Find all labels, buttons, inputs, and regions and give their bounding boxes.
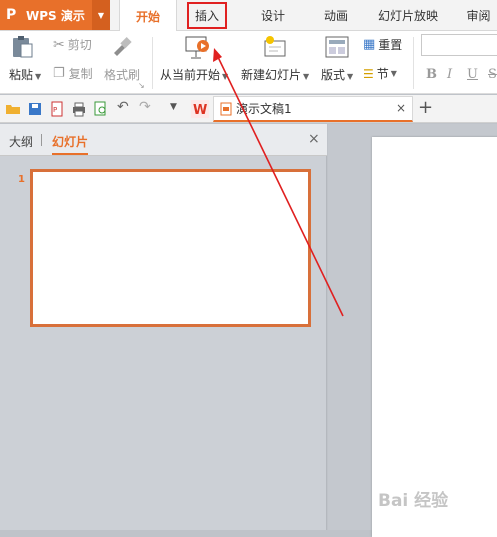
svg-text:P: P bbox=[53, 106, 57, 114]
tab-review[interactable]: 审阅 bbox=[460, 0, 497, 31]
copy-button[interactable]: ❐ 复制 bbox=[53, 65, 93, 82]
document-title: 演示文稿1 bbox=[236, 102, 292, 116]
format-painter-button[interactable] bbox=[110, 35, 134, 59]
print-icon[interactable] bbox=[71, 101, 87, 117]
slide-canvas[interactable] bbox=[372, 137, 497, 537]
start-from-current-button[interactable] bbox=[184, 34, 212, 60]
tab-outline[interactable]: 大纲 bbox=[9, 133, 33, 150]
cut-button[interactable]: ✂ 剪切 bbox=[53, 36, 92, 53]
undo-icon[interactable]: ↶ bbox=[117, 99, 133, 115]
ribbon-divider bbox=[152, 37, 153, 89]
open-folder-icon[interactable] bbox=[5, 101, 21, 117]
ribbon-divider bbox=[413, 37, 414, 89]
reset-label: 重置 bbox=[378, 38, 403, 52]
new-document-icon[interactable]: + bbox=[418, 97, 433, 118]
customize-dropdown-icon[interactable]: ▼ bbox=[170, 102, 186, 118]
svg-text:W: W bbox=[193, 103, 207, 118]
slide-number: 1 bbox=[18, 174, 25, 185]
panel-tab-divider bbox=[41, 134, 42, 146]
tab-slides[interactable]: 幻灯片 bbox=[52, 133, 89, 155]
slide-editor bbox=[328, 124, 497, 537]
layout-button[interactable] bbox=[325, 36, 349, 58]
panel-header: 大纲 幻灯片 × bbox=[0, 124, 327, 156]
new-slide-label[interactable]: 新建幻灯片 ▼ bbox=[241, 66, 309, 83]
layout-label[interactable]: 版式 ▼ bbox=[321, 66, 353, 83]
title-bar: P WPS 演示 ▼ 开始 插入 设计 动画 幻灯片放映 审阅 bbox=[0, 0, 497, 32]
tab-design-label: 设计 bbox=[260, 9, 285, 23]
section-label: 节 bbox=[376, 67, 389, 81]
underline-button[interactable]: U bbox=[467, 67, 478, 82]
reset-icon: ▦ bbox=[363, 37, 376, 52]
save-icon[interactable] bbox=[27, 101, 43, 117]
layout-icon bbox=[325, 36, 349, 58]
clipboard-launcher-icon[interactable]: ↘ bbox=[138, 81, 145, 90]
slide-panel: 大纲 幻灯片 × 1 bbox=[0, 124, 327, 530]
italic-button[interactable]: I bbox=[447, 67, 452, 82]
scissors-icon: ✂ bbox=[53, 36, 65, 53]
format-painter-label[interactable]: 格式刷 bbox=[104, 66, 140, 83]
tab-review-label: 审阅 bbox=[466, 9, 491, 23]
tab-slideshow[interactable]: 幻灯片放映 bbox=[368, 0, 448, 31]
strikethrough-button[interactable]: S bbox=[488, 67, 497, 82]
ribbon-home: 粘贴 ▼ ✂ 剪切 ❐ 复制 格式刷 ↘ 从当前开始 ▼ 新建幻灯片 ▼ 版式 … bbox=[0, 31, 497, 94]
tab-slideshow-label: 幻灯片放映 bbox=[377, 9, 438, 23]
bold-button[interactable]: B bbox=[426, 67, 437, 82]
start-from-current-label[interactable]: 从当前开始 ▼ bbox=[160, 66, 228, 83]
paste-button[interactable] bbox=[10, 35, 36, 59]
cut-label: 剪切 bbox=[67, 38, 92, 52]
document-tab[interactable]: 演示文稿1 × bbox=[213, 96, 413, 122]
baidu-watermark: Bai 经验 bbox=[378, 491, 449, 511]
new-slide-button[interactable] bbox=[262, 34, 288, 60]
tab-home[interactable]: 开始 bbox=[119, 0, 177, 32]
quick-access-bar: P ↶ ↷ ▼ W 演示文稿1 × + bbox=[0, 95, 497, 123]
app-menu-button[interactable]: P WPS 演示 ▼ bbox=[0, 0, 110, 30]
tab-insert[interactable]: 插入 bbox=[182, 0, 232, 31]
slideshow-play-icon bbox=[185, 36, 209, 59]
print-preview-icon[interactable] bbox=[93, 101, 109, 117]
font-name-input[interactable] bbox=[421, 34, 497, 56]
redo-icon[interactable]: ↷ bbox=[139, 99, 155, 115]
tab-animation-label: 动画 bbox=[323, 9, 348, 23]
section-icon: ☰ bbox=[363, 66, 374, 81]
presentation-file-icon bbox=[220, 102, 232, 116]
wps-logo-icon: P bbox=[6, 7, 17, 23]
app-name: WPS 演示 bbox=[26, 8, 85, 23]
paste-icon bbox=[13, 36, 33, 58]
tab-animation[interactable]: 动画 bbox=[311, 0, 361, 31]
tab-design[interactable]: 设计 bbox=[248, 0, 298, 31]
close-document-icon[interactable]: × bbox=[396, 101, 406, 115]
wps-home-icon[interactable]: W bbox=[191, 100, 209, 118]
paste-label[interactable]: 粘贴 ▼ bbox=[9, 66, 41, 83]
close-panel-icon[interactable]: × bbox=[308, 131, 320, 147]
section-button[interactable]: ☰ 节 ▼ bbox=[363, 65, 397, 82]
brush-icon bbox=[114, 37, 132, 56]
copy-label: 复制 bbox=[68, 67, 93, 81]
new-slide-icon bbox=[264, 36, 286, 57]
copy-icon: ❐ bbox=[53, 66, 65, 81]
tab-insert-label: 插入 bbox=[186, 2, 227, 29]
slide-thumbnail[interactable] bbox=[30, 169, 311, 327]
export-pdf-icon[interactable]: P bbox=[49, 101, 65, 117]
tab-home-label: 开始 bbox=[135, 9, 160, 24]
reset-button[interactable]: ▦ 重置 bbox=[363, 36, 402, 53]
app-menu-dropdown-icon[interactable]: ▼ bbox=[92, 0, 110, 30]
